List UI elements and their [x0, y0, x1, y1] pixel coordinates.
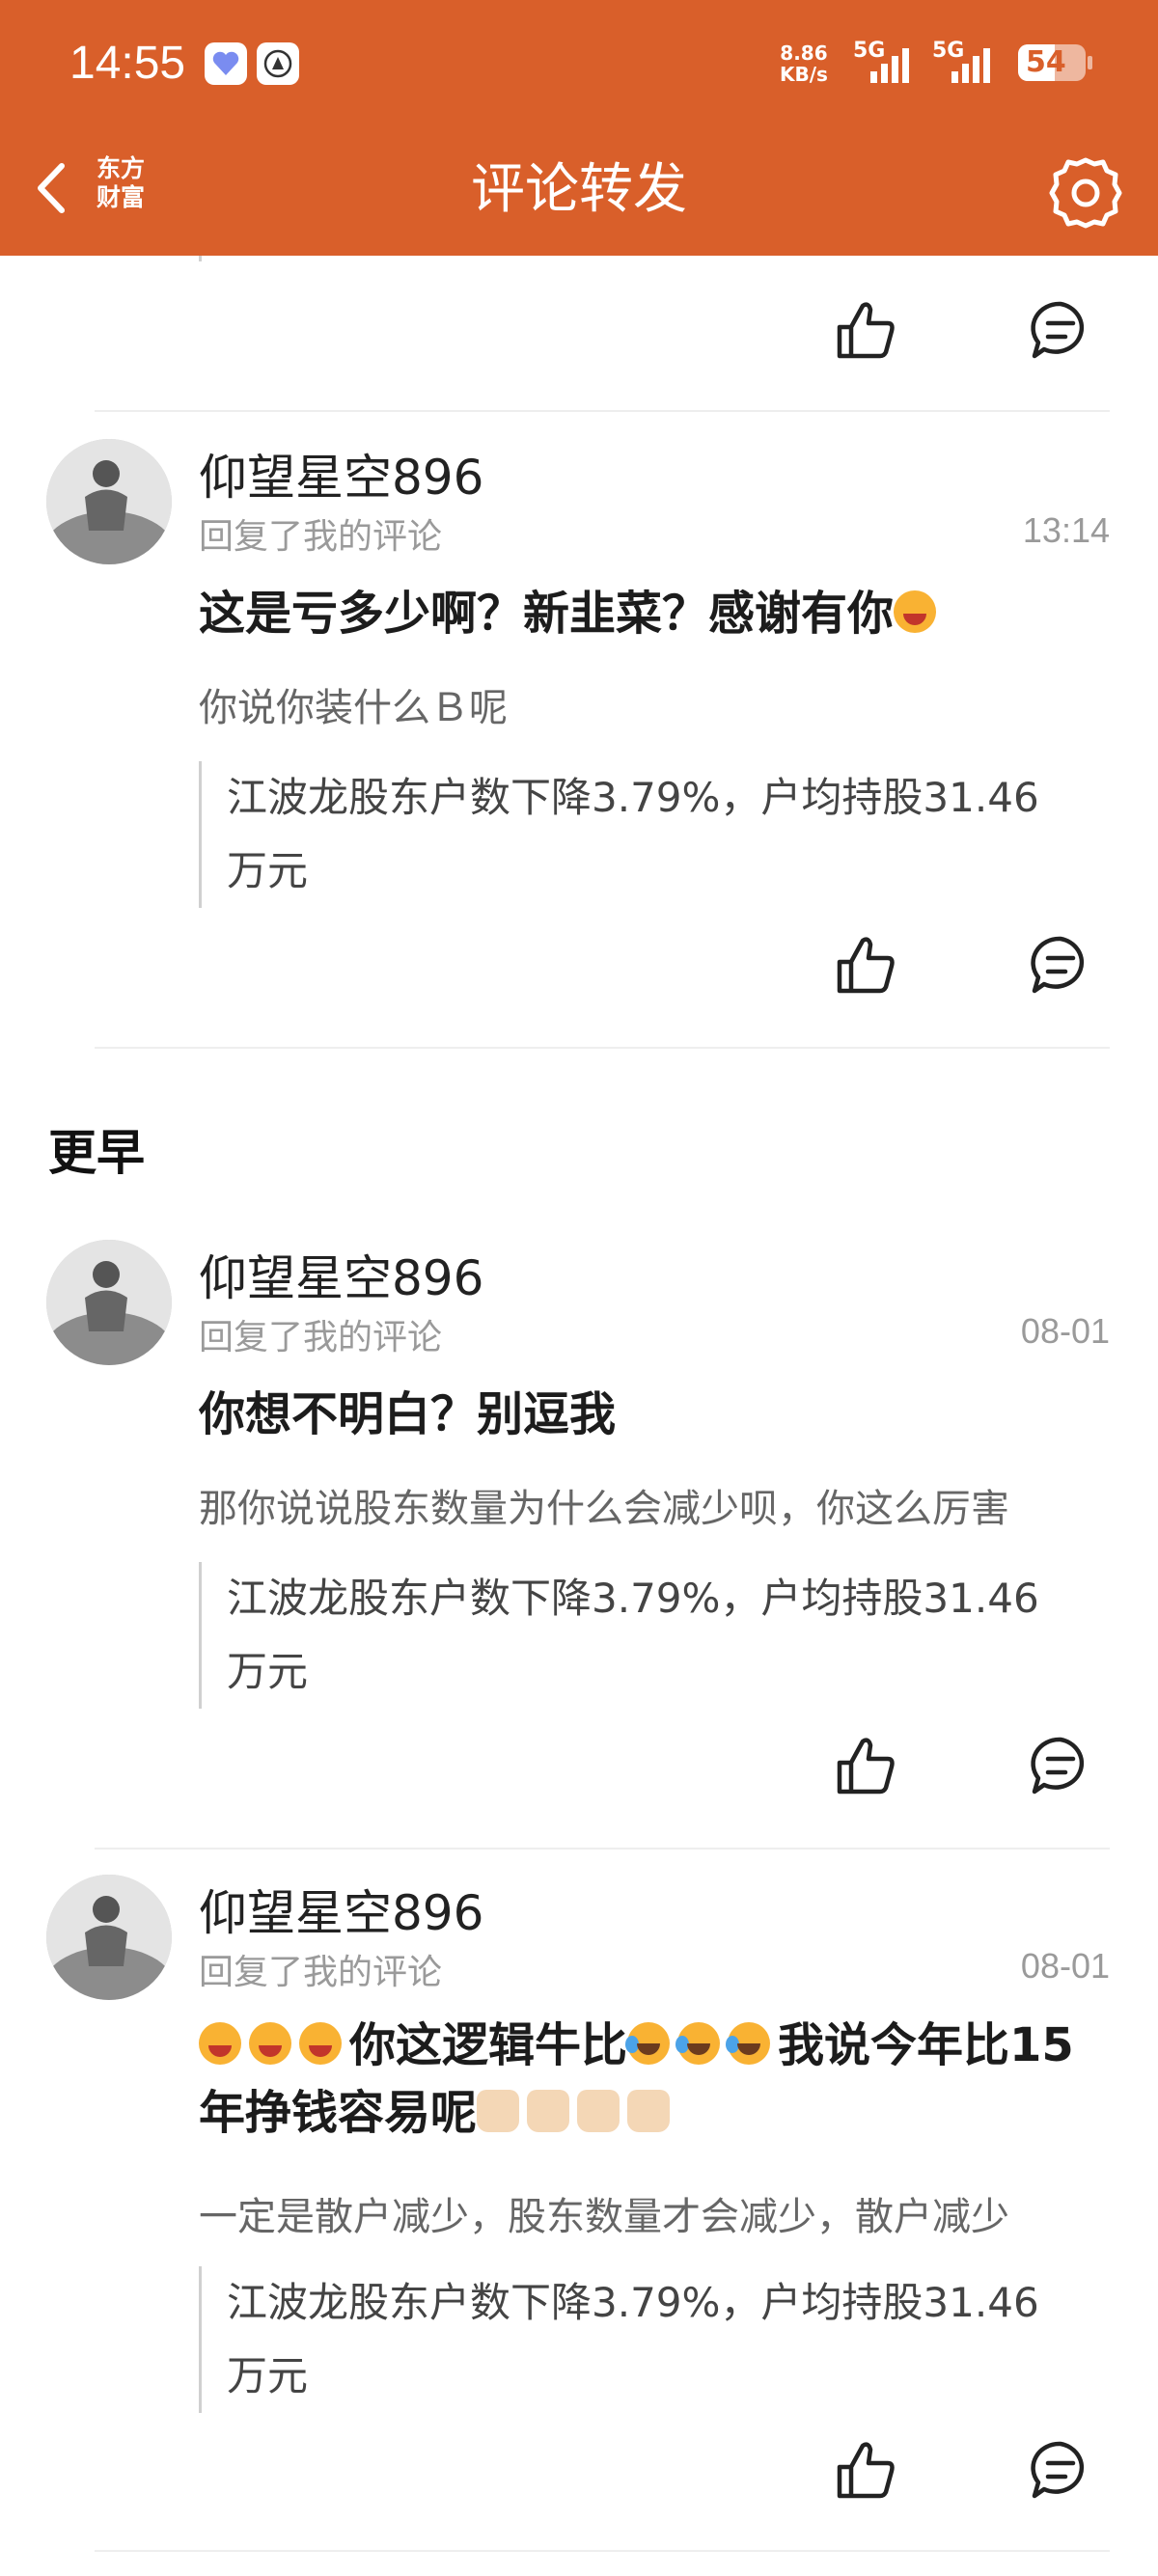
- reply-subtitle: 回复了我的评论: [199, 1318, 443, 1357]
- cry-laugh-emoji-icon: [676, 2022, 721, 2065]
- laugh-emoji-icon: [299, 2022, 342, 2065]
- reply-text[interactable]: 你这逻辑牛比 我说今年比15: [199, 2012, 1116, 2079]
- nav-bar: 东方 财富 评论转发: [0, 135, 1158, 256]
- thumbs-up-emoji-icon: [577, 2090, 620, 2132]
- action-row: [0, 931, 1158, 1008]
- quote-bar-remnant: [199, 256, 202, 261]
- user-name[interactable]: 仰望星空896: [199, 1875, 483, 1944]
- top-bar: 14:55 8.86 KB/s 5G 5G 54 东方 财富 评论转发: [0, 0, 1158, 256]
- comment-icon[interactable]: [1027, 1732, 1094, 1799]
- signal-icon-1: [870, 44, 909, 83]
- reply-subtitle: 回复了我的评论: [199, 517, 443, 557]
- user-name[interactable]: 仰望星空896: [199, 439, 483, 508]
- reply-text-line2[interactable]: 年挣钱容易呢: [199, 2079, 1116, 2147]
- avatar[interactable]: [46, 439, 172, 564]
- battery-icon: 54: [1018, 44, 1092, 81]
- user-name[interactable]: 仰望星空896: [199, 1240, 483, 1309]
- section-header-earlier: 更早: [48, 1125, 145, 1181]
- action-row: [0, 1732, 1158, 1809]
- like-icon[interactable]: [832, 296, 899, 364]
- comment-time: 08-01: [1020, 1311, 1110, 1351]
- action-row: [0, 2436, 1158, 2513]
- divider: [95, 2550, 1110, 2552]
- original-comment[interactable]: 你说你装什么Ｂ呢: [199, 676, 1112, 732]
- quoted-post[interactable]: 江波龙股东户数下降3.79%，户均持股31.46 万元: [199, 761, 1106, 908]
- status-time: 14:55: [69, 38, 186, 89]
- thumbs-up-emoji-icon: [477, 2090, 520, 2132]
- divider: [95, 1047, 1110, 1049]
- reply-text[interactable]: 你想不明白？别逗我: [199, 1381, 1116, 1448]
- like-icon[interactable]: [832, 2436, 899, 2504]
- quoted-post[interactable]: 江波龙股东户数下降3.79%，户均持股31.46 万元: [199, 1562, 1106, 1709]
- network-speed: 8.86 KB/s: [780, 41, 828, 86]
- laugh-emoji-icon: [199, 2022, 241, 2065]
- cry-laugh-emoji-icon: [726, 2022, 771, 2065]
- comment-time: 13:14: [1022, 510, 1110, 550]
- laugh-emoji-icon: [894, 590, 937, 633]
- original-comment[interactable]: 一定是散户减少，股东数量才会减少，散户减少: [199, 2185, 1112, 2241]
- thumbs-up-emoji-icon: [527, 2090, 570, 2132]
- comment-icon[interactable]: [1027, 296, 1094, 364]
- status-bar: 14:55 8.86 KB/s 5G 5G 54: [0, 0, 1158, 135]
- signal-icon-2: [951, 44, 990, 83]
- like-icon[interactable]: [832, 1732, 899, 1799]
- health-app-icon: [205, 42, 247, 85]
- divider: [95, 1848, 1110, 1850]
- page-title: 评论转发: [471, 158, 687, 221]
- laugh-emoji-icon: [249, 2022, 291, 2065]
- gear-icon[interactable]: [1047, 154, 1124, 232]
- comment-icon[interactable]: [1027, 2436, 1094, 2504]
- thumbs-up-emoji-icon: [627, 2090, 671, 2132]
- divider: [95, 410, 1110, 412]
- avatar[interactable]: [46, 1240, 172, 1365]
- action-row: [0, 296, 1158, 373]
- cry-laugh-emoji-icon: [625, 2022, 671, 2065]
- original-comment[interactable]: 那你说说股东数量为什么会减少呗，你这么厉害: [199, 1477, 1112, 1533]
- comment-time: 08-01: [1020, 1946, 1110, 1986]
- quoted-post[interactable]: 江波龙股东户数下降3.79%，户均持股31.46 万元: [199, 2266, 1106, 2413]
- comment-icon[interactable]: [1027, 931, 1094, 999]
- avatar[interactable]: [46, 1875, 172, 2000]
- like-icon[interactable]: [832, 931, 899, 999]
- app-notification-icon: [257, 42, 299, 85]
- reply-subtitle: 回复了我的评论: [199, 1953, 443, 1992]
- reply-text[interactable]: 这是亏多少啊？新韭菜？感谢有你: [199, 580, 1116, 647]
